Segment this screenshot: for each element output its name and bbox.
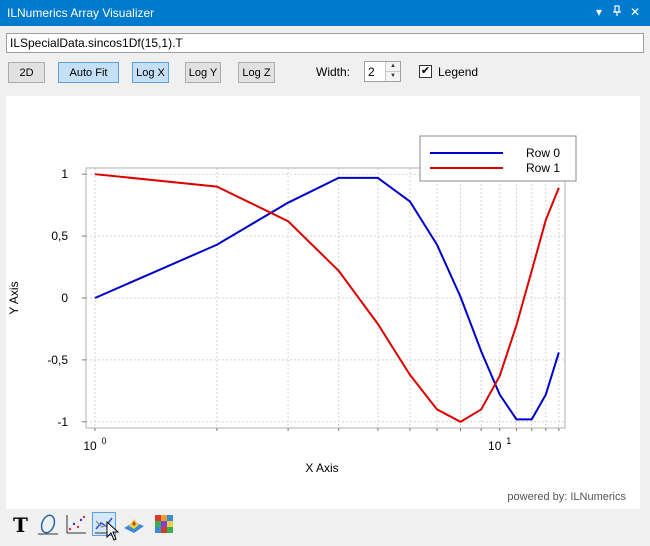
svg-text:T: T xyxy=(13,513,28,536)
surface-plot-icon[interactable] xyxy=(122,512,146,536)
window-title: ILNumerics Array Visualizer xyxy=(7,6,155,20)
2d-button[interactable]: 2D xyxy=(8,62,45,83)
x-tick-exponent: 0 xyxy=(102,436,107,446)
legend-checkbox[interactable]: ✔ xyxy=(419,65,432,78)
chevron-down-icon[interactable]: ▾ xyxy=(596,5,602,19)
text-tool-icon[interactable]: T xyxy=(10,512,34,537)
spin-down-icon[interactable]: ▼ xyxy=(385,72,400,81)
y-tick-label: 0,5 xyxy=(51,229,68,243)
series-line-row-0 xyxy=(94,176,560,421)
legend-entry-label: Row 1 xyxy=(526,161,560,175)
image-plot-icon[interactable] xyxy=(152,512,176,536)
x-axis-label: X Axis xyxy=(305,461,338,475)
y-tick-label: -1 xyxy=(57,415,68,429)
x-tick-label: 10 xyxy=(83,439,97,453)
scatter-plot-icon[interactable] xyxy=(64,512,88,536)
width-value[interactable]: 2 xyxy=(368,65,375,79)
logz-button[interactable]: Log Z xyxy=(238,62,275,83)
legend-box: Row 0Row 1 xyxy=(419,135,577,182)
plot-type-toolbar: T xyxy=(6,511,206,541)
mouse-cursor-icon xyxy=(106,521,120,541)
title-bar: ILNumerics Array Visualizer ▾ ✕ xyxy=(0,0,650,26)
spin-up-icon[interactable]: ▲ xyxy=(385,62,400,72)
close-icon[interactable]: ✕ xyxy=(630,5,640,19)
autofit-button[interactable]: Auto Fit xyxy=(58,62,119,83)
plot-panel[interactable]: 1 0,5 0 -0,5 -1 10 0 10 1 X Axis Y Axis Row 0 Row… xyxy=(6,96,640,509)
y-tick-label: 0 xyxy=(61,291,68,305)
legend-label: Legend xyxy=(438,65,479,79)
branding-text: powered by: ILNumerics xyxy=(507,491,626,503)
y-axis-label: Y Axis xyxy=(7,281,21,314)
x-tick-exponent: 1 xyxy=(506,436,511,446)
y-tick-label: 1 xyxy=(61,167,68,181)
logy-button[interactable]: Log Y xyxy=(185,62,221,83)
width-label: Width: xyxy=(316,65,351,79)
line-chart[interactable]: 1 0,5 0 -0,5 -1 10 0 10 1 X Axis Y Axis Row 0Row… xyxy=(6,96,640,509)
pin-icon[interactable] xyxy=(612,5,622,20)
checkmark-icon: ✔ xyxy=(420,65,431,77)
legend-entry-label: Row 0 xyxy=(526,146,560,160)
y-tick-label: -0,5 xyxy=(47,353,68,367)
shape-tool-icon[interactable] xyxy=(36,512,60,536)
expression-input[interactable] xyxy=(6,33,644,53)
width-spinner[interactable]: 2 ▲ ▼ xyxy=(364,61,401,82)
x-tick-label: 10 xyxy=(488,439,502,453)
logx-button[interactable]: Log X xyxy=(132,62,169,83)
